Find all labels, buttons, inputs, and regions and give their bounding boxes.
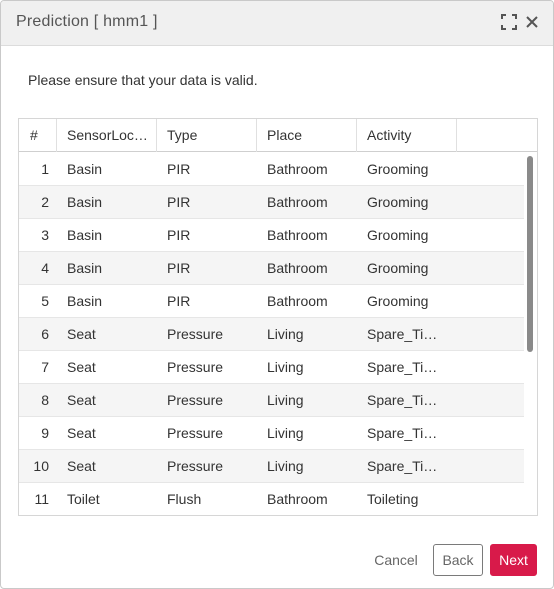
dialog-title: Prediction [ hmm1 ] xyxy=(16,13,158,30)
cell-type: Pressure xyxy=(167,326,224,342)
cell-sensor-location: Basin xyxy=(67,227,103,243)
cell-place: Living xyxy=(267,425,304,441)
cancel-button[interactable]: Cancel xyxy=(367,544,425,576)
cell-place: Bathroom xyxy=(267,227,328,243)
next-button[interactable]: Next xyxy=(490,544,537,576)
cell-activity: Spare_Tim… xyxy=(367,326,447,342)
column-header-activity[interactable]: Activity xyxy=(357,119,457,152)
table-row[interactable]: 3 Basin PIR Bathroom Grooming xyxy=(19,219,524,252)
cell-activity: Spare_Tim… xyxy=(367,425,447,441)
cell-activity: Grooming xyxy=(367,227,429,243)
table-row[interactable]: 7 Seat Pressure Living Spare_Tim… xyxy=(19,351,524,384)
column-header-index[interactable]: # xyxy=(19,119,57,152)
cell-sensor-location: Basin xyxy=(67,260,103,276)
cell-index: 4 xyxy=(41,260,49,276)
cell-index: 9 xyxy=(41,425,49,441)
cell-sensor-location: Toilet xyxy=(67,491,100,507)
cell-activity: Toileting xyxy=(367,491,419,507)
table-row[interactable]: 1 Basin PIR Bathroom Grooming xyxy=(19,153,524,186)
cell-place: Bathroom xyxy=(267,260,328,276)
maximize-icon[interactable] xyxy=(501,14,519,32)
back-button[interactable]: Back xyxy=(433,544,483,576)
table-header: # SensorLoc… Type Place Activity xyxy=(19,119,537,152)
cell-activity: Spare_Tim… xyxy=(367,359,447,375)
cell-place: Living xyxy=(267,458,304,474)
cell-type: Flush xyxy=(167,491,202,507)
cell-sensor-location: Seat xyxy=(67,425,96,441)
table-row[interactable]: 10 Seat Pressure Living Spare_Tim… xyxy=(19,450,524,483)
cell-index: 7 xyxy=(41,359,49,375)
cell-place: Bathroom xyxy=(267,194,328,210)
cell-type: Pressure xyxy=(167,458,224,474)
cell-place: Bathroom xyxy=(267,491,328,507)
prediction-dialog: Prediction [ hmm1 ] Please ensure that y… xyxy=(0,0,554,589)
table-row[interactable]: 5 Basin PIR Bathroom Grooming xyxy=(19,285,524,318)
cell-index: 5 xyxy=(41,293,49,309)
table-row[interactable]: 11 Toilet Flush Bathroom Toileting xyxy=(19,483,524,515)
cell-type: PIR xyxy=(167,161,191,177)
cell-activity: Grooming xyxy=(367,194,429,210)
cell-index: 2 xyxy=(41,194,49,210)
cell-activity: Spare_Tim… xyxy=(367,392,447,408)
cell-sensor-location: Basin xyxy=(67,293,103,309)
cell-place: Living xyxy=(267,359,304,375)
cell-activity: Grooming xyxy=(367,293,429,309)
cell-index: 10 xyxy=(33,458,49,474)
cell-index: 11 xyxy=(34,491,49,507)
dialog-titlebar: Prediction [ hmm1 ] xyxy=(1,1,553,46)
cell-sensor-location: Seat xyxy=(67,458,96,474)
cell-place: Bathroom xyxy=(267,293,328,309)
table-row[interactable]: 8 Seat Pressure Living Spare_Tim… xyxy=(19,384,524,417)
cell-type: PIR xyxy=(167,260,191,276)
cell-activity: Grooming xyxy=(367,161,429,177)
cell-type: PIR xyxy=(167,293,191,309)
cell-sensor-location: Basin xyxy=(67,161,103,177)
scrollbar-thumb[interactable] xyxy=(527,156,533,352)
cell-place: Living xyxy=(267,326,304,342)
cell-sensor-location: Basin xyxy=(67,194,103,210)
column-header-type[interactable]: Type xyxy=(157,119,257,152)
column-header-sensor-location[interactable]: SensorLoc… xyxy=(57,119,157,152)
close-icon[interactable] xyxy=(524,14,542,32)
table-row[interactable]: 6 Seat Pressure Living Spare_Tim… xyxy=(19,318,524,351)
cell-type: PIR xyxy=(167,194,191,210)
cell-type: Pressure xyxy=(167,425,224,441)
column-header-place[interactable]: Place xyxy=(257,119,357,152)
cell-place: Bathroom xyxy=(267,161,328,177)
cell-activity: Grooming xyxy=(367,260,429,276)
cell-index: 1 xyxy=(41,161,49,177)
cell-type: Pressure xyxy=(167,392,224,408)
table-row[interactable]: 9 Seat Pressure Living Spare_Tim… xyxy=(19,417,524,450)
cell-type: Pressure xyxy=(167,359,224,375)
table-row[interactable]: 2 Basin PIR Bathroom Grooming xyxy=(19,186,524,219)
cell-index: 8 xyxy=(41,392,49,408)
cell-type: PIR xyxy=(167,227,191,243)
cell-index: 3 xyxy=(41,227,49,243)
cell-activity: Spare_Tim… xyxy=(367,458,447,474)
cell-sensor-location: Seat xyxy=(67,359,96,375)
table-body: 1 Basin PIR Bathroom Grooming 2 Basin PIR Bathro… xyxy=(19,153,524,515)
cell-index: 6 xyxy=(41,326,49,342)
intro-text: Please ensure that your data is valid. xyxy=(28,72,258,88)
data-table: # SensorLoc… Type Place Activity 1 Basin P… xyxy=(18,118,538,516)
cell-sensor-location: Seat xyxy=(67,392,96,408)
cell-sensor-location: Seat xyxy=(67,326,96,342)
cell-place: Living xyxy=(267,392,304,408)
table-row[interactable]: 4 Basin PIR Bathroom Grooming xyxy=(19,252,524,285)
